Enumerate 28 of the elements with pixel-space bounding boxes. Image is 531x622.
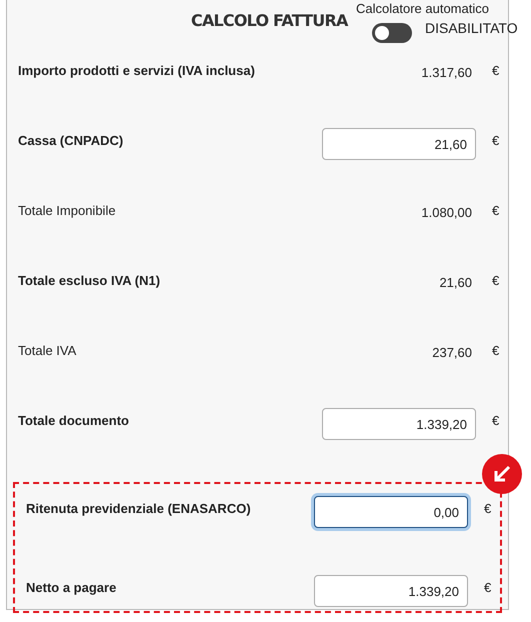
currency-symbol: € <box>491 273 500 288</box>
field-label: Ritenuta previdenziale (ENASARCO) <box>26 501 252 516</box>
currency-symbol: € <box>483 580 492 595</box>
field-label: Totale Imponibile <box>18 203 117 218</box>
toggle-label: Calcolatore automatico <box>356 1 489 16</box>
field-label: Totale escluso IVA (N1) <box>18 273 162 288</box>
currency-symbol: € <box>491 203 500 218</box>
currency-symbol: € <box>491 343 500 358</box>
currency-symbol: € <box>483 501 492 516</box>
currency-symbol: € <box>491 63 500 78</box>
amount-value: 1.317,60 <box>421 65 472 80</box>
amount-field[interactable]: 1.339,20 <box>314 575 468 607</box>
amount-value: 237,60 <box>432 345 472 360</box>
field-label: Totale documento <box>18 413 130 428</box>
amount-field[interactable]: 1.339,20 <box>322 408 476 440</box>
field-label: Netto a pagare <box>26 580 118 595</box>
amount-field[interactable]: 0,00 <box>314 496 468 528</box>
field-label: Importo prodotti e servizi (IVA inclusa) <box>18 63 256 78</box>
toggle-status: DISABILITATO <box>425 20 518 36</box>
amount-field[interactable]: 21,60 <box>322 128 476 160</box>
amount-value: 1.080,00 <box>421 205 472 220</box>
field-label: Totale IVA <box>18 343 78 358</box>
currency-symbol: € <box>491 413 500 428</box>
toggle-switch[interactable] <box>372 23 412 43</box>
panel-title: CALCOLO FATTURA <box>191 11 348 30</box>
amount-value: 21,60 <box>439 275 472 290</box>
field-label: Cassa (CNPADC) <box>18 133 124 148</box>
currency-symbol: € <box>491 133 500 148</box>
